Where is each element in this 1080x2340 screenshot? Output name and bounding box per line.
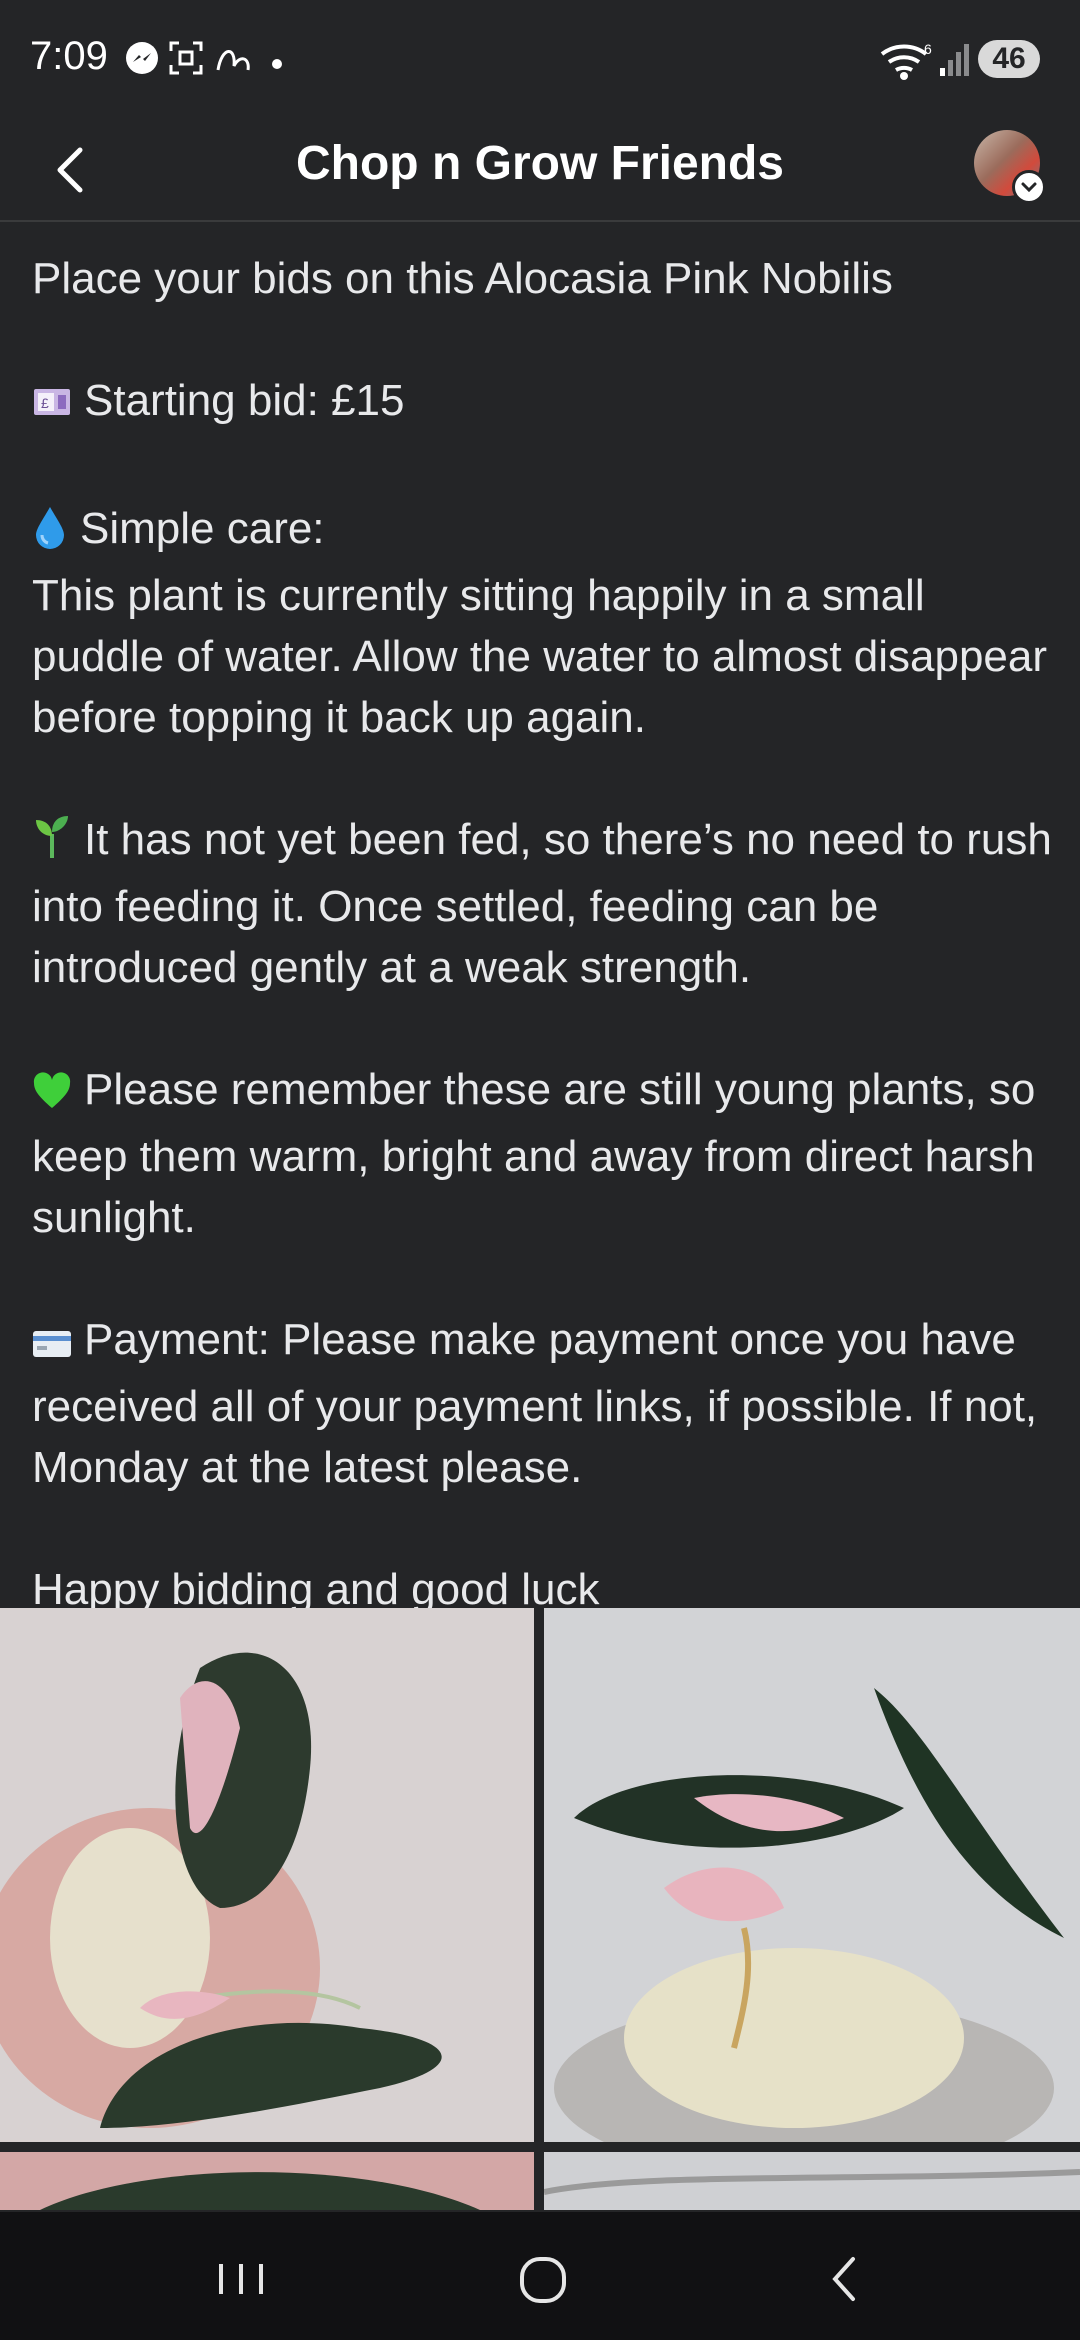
feeding-section: It has not yet been fed, so there’s no n…: [32, 809, 1052, 998]
money-icon: £: [32, 376, 72, 437]
nav-back-button[interactable]: [805, 2244, 885, 2314]
seedling-icon: [32, 812, 72, 876]
wifi-icon: 6: [880, 40, 934, 85]
photo-grid: [0, 1608, 1080, 2210]
home-button[interactable]: [503, 2244, 583, 2314]
chevron-down-icon[interactable]: [1012, 170, 1046, 204]
remember-text: Please remember these are still young pl…: [32, 1065, 1036, 1242]
payment-text: Payment: Please make payment once you ha…: [32, 1315, 1038, 1492]
starting-bid-text: Starting bid: £15: [84, 376, 405, 425]
remember-section: Please remember these are still young pl…: [32, 1059, 1052, 1248]
svg-text:6: 6: [924, 41, 932, 57]
plant-photo-3[interactable]: [0, 2152, 534, 2210]
home-icon: [520, 2257, 566, 2303]
app-icon: [214, 40, 254, 81]
back-icon: [832, 2257, 855, 2301]
system-navigation-bar: [0, 2212, 1080, 2340]
feeding-text: It has not yet been fed, so there’s no n…: [32, 815, 1052, 992]
header: Chop n Grow Friends: [0, 120, 1080, 222]
recent-apps-icon: [219, 2264, 263, 2294]
battery-indicator: 46: [978, 40, 1040, 78]
droplet-icon: [32, 504, 68, 565]
care-section: Simple care: This plant is currently sit…: [32, 498, 1052, 748]
care-heading: Simple care:: [80, 504, 325, 553]
plant-photo-4[interactable]: [544, 2152, 1080, 2210]
recent-apps-button[interactable]: [201, 2244, 281, 2314]
starting-bid: £ Starting bid: £15: [32, 370, 1052, 437]
credit-card-icon: [32, 1315, 72, 1376]
plant-photo-1[interactable]: [0, 1608, 534, 2142]
screenshot-icon: [168, 40, 204, 81]
status-bar: 7:09 6 46: [0, 0, 1080, 120]
post-intro: Place your bids on this Alocasia Pink No…: [32, 254, 893, 303]
plant-photo-2[interactable]: [544, 1608, 1080, 2142]
notification-dot-icon: [272, 56, 282, 74]
care-text: This plant is currently sitting happily …: [32, 571, 1048, 742]
svg-text:£: £: [41, 395, 49, 411]
signal-icon: [938, 40, 970, 83]
payment-section: Payment: Please make payment once you ha…: [32, 1309, 1052, 1498]
green-heart-icon: [32, 1065, 72, 1126]
group-title: Chop n Grow Friends: [296, 137, 784, 190]
status-time: 7:09: [30, 34, 108, 78]
post-body: Place your bids on this Alocasia Pink No…: [32, 248, 1052, 1620]
messenger-icon: [124, 40, 160, 81]
